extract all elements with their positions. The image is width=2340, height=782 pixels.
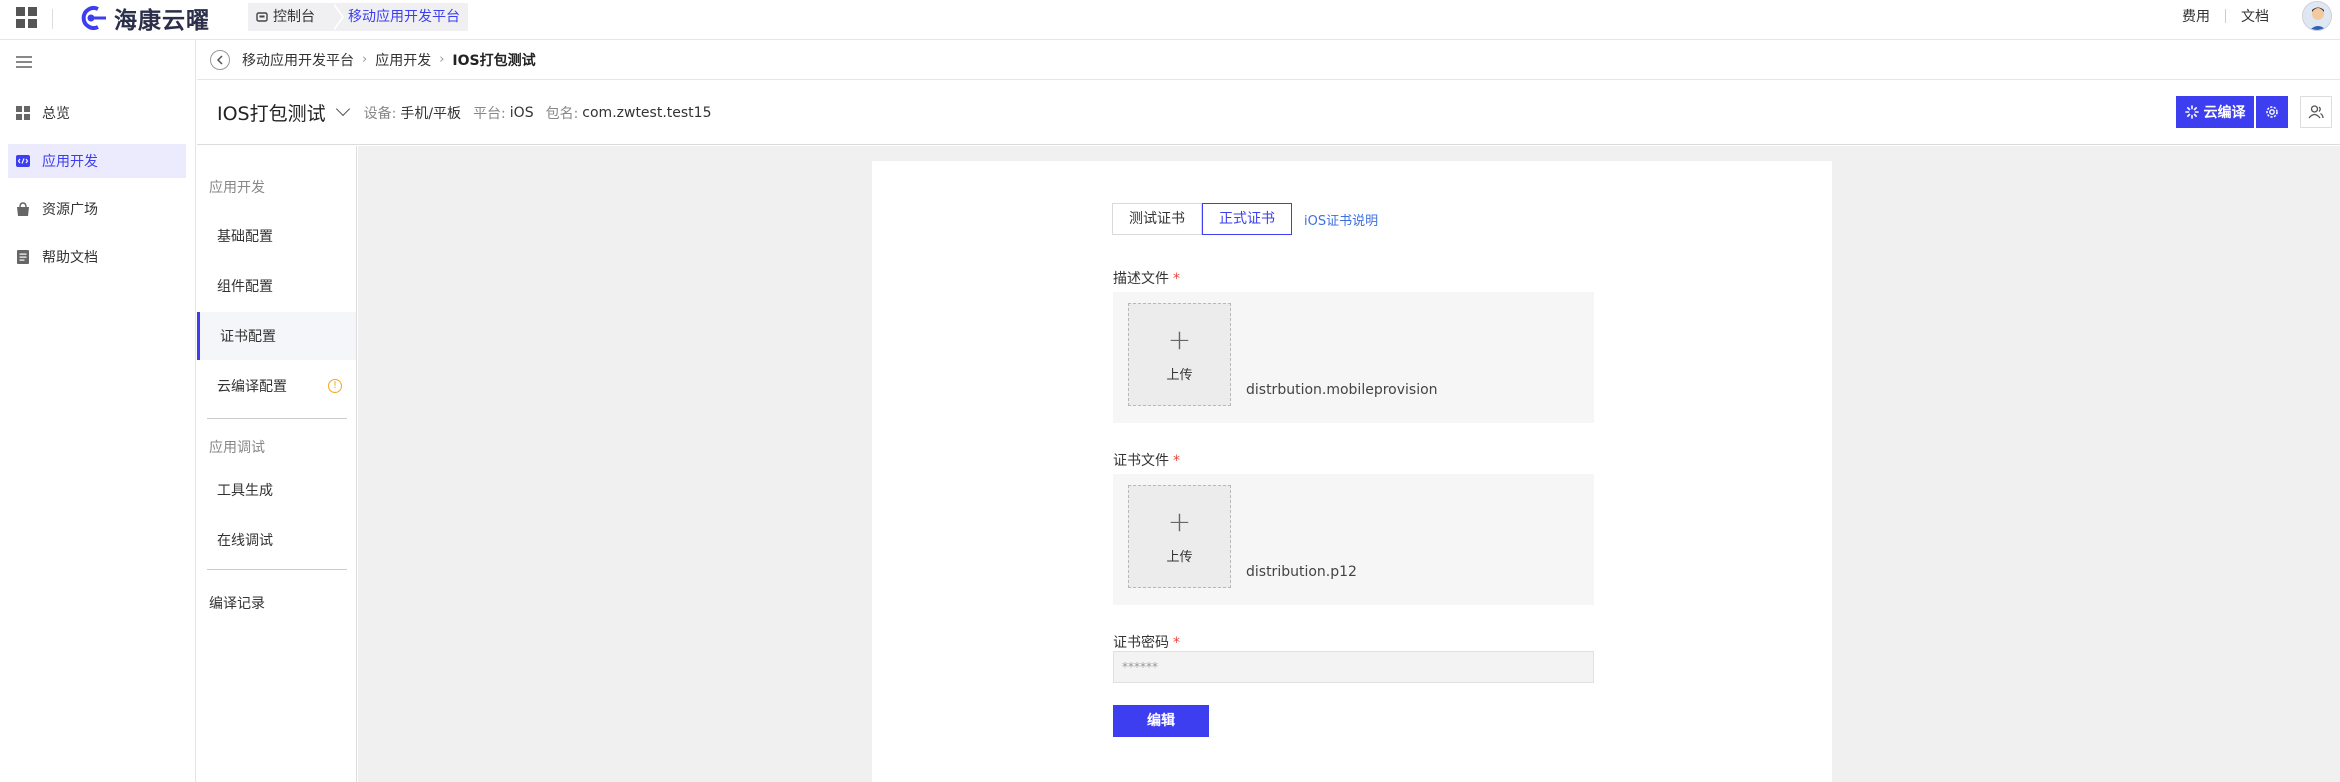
subnav-item-label: 工具生成	[217, 483, 273, 499]
package-value: com.zwtest.test15	[582, 104, 712, 121]
left-nav: 总览 应用开发 资源广场 帮助文档	[0, 40, 196, 782]
nav-item-overview[interactable]: 总览	[8, 96, 186, 130]
topbar-right: 费用 文档	[2167, 0, 2340, 32]
device-value: 手机/平板	[400, 105, 462, 122]
required-mark: *	[1173, 271, 1180, 287]
required-mark: *	[1173, 635, 1180, 651]
document-icon	[17, 250, 29, 264]
password-label-text: 证书密码	[1113, 635, 1169, 651]
subnav-item-cloud-compile-config[interactable]: 云编译配置 !	[197, 362, 356, 410]
tab-console-label: 控制台	[273, 9, 315, 25]
upload-label: 上传	[1166, 550, 1193, 565]
loading-spinner-icon	[2184, 105, 2199, 119]
cert-file-name: distribution.p12	[1246, 564, 1357, 580]
tab-release-certificate[interactable]: 正式证书	[1202, 203, 1292, 235]
subnav-item-label: 云编译配置	[217, 379, 287, 395]
cloud-compile-label: 云编译	[2203, 105, 2246, 121]
divider	[52, 9, 53, 29]
subnav-section-title: 应用调试	[209, 440, 265, 456]
nav-item-label: 应用开发	[42, 154, 98, 170]
divider	[207, 569, 347, 570]
cert-upload-area: + 上传 distribution.p12	[1113, 474, 1594, 605]
logo-icon	[81, 6, 106, 30]
breadcrumb-current: IOS打包测试	[452, 52, 536, 69]
cost-link[interactable]: 费用	[2167, 6, 2225, 26]
package-label: 包名:	[545, 105, 579, 122]
project-title[interactable]: IOS打包测试	[217, 99, 326, 126]
chevron-right-icon: ›	[362, 52, 368, 67]
members-button[interactable]	[2300, 96, 2332, 128]
subnav-item-online-debug[interactable]: 在线调试	[197, 516, 356, 564]
breadcrumb-item[interactable]: 应用开发	[375, 50, 431, 70]
warning-icon: !	[328, 379, 342, 393]
subnav-section-title: 应用开发	[209, 180, 265, 196]
back-button[interactable]	[210, 49, 230, 70]
device-label: 设备:	[363, 105, 397, 122]
subnav-item-label: 在线调试	[217, 533, 273, 549]
dashboard-icon	[16, 106, 30, 120]
platform-value: iOS	[509, 104, 534, 121]
profile-label: 描述文件 *	[1113, 268, 1180, 288]
plus-icon: +	[1167, 323, 1192, 356]
certificate-card: 测试证书 正式证书 iOS证书说明 描述文件 * + 上传 distrbution…	[872, 161, 1832, 782]
platform-label: 平台:	[473, 105, 506, 122]
edit-button[interactable]: 编辑	[1113, 705, 1209, 737]
brand-name: 海康云曜	[114, 8, 210, 34]
brand-logo[interactable]: 海康云曜	[76, 3, 210, 34]
tab-console[interactable]: 控制台	[248, 3, 344, 31]
code-icon	[16, 155, 30, 167]
chevron-left-icon	[216, 54, 223, 65]
subnav-item-label: 基础配置	[217, 229, 273, 245]
nav-item-label: 总览	[42, 106, 70, 122]
gear-icon	[2266, 106, 2278, 118]
avatar[interactable]	[2302, 1, 2332, 31]
cloud-compile-button[interactable]: 云编译	[2176, 96, 2254, 128]
password-label: 证书密码 *	[1113, 632, 1180, 652]
users-icon	[2308, 105, 2324, 119]
profile-upload-area: + 上传 distrbution.mobileprovision	[1113, 292, 1594, 423]
nav-item-label: 资源广场	[42, 202, 98, 218]
apps-grid-icon[interactable]	[16, 7, 37, 28]
required-mark: *	[1173, 453, 1180, 469]
profile-upload-button[interactable]: + 上传	[1128, 303, 1231, 406]
sub-nav: 应用开发 基础配置 组件配置 证书配置 云编译配置 ! 应用调试 工具生成 在线…	[197, 146, 357, 782]
profile-file-name: distrbution.mobileprovision	[1246, 382, 1438, 398]
breadcrumb: 移动应用开发平台 › 应用开发 › IOS打包测试	[197, 40, 2340, 80]
upload-label: 上传	[1166, 368, 1193, 383]
settings-button[interactable]	[2256, 96, 2288, 128]
subnav-item-basic-config[interactable]: 基础配置	[197, 212, 356, 260]
divider	[207, 418, 347, 419]
console-icon	[256, 12, 268, 22]
cert-label: 证书文件 *	[1113, 450, 1180, 470]
subnav-item-build-history[interactable]: 编译记录	[209, 593, 265, 613]
chevron-down-icon[interactable]	[335, 101, 350, 116]
breadcrumb-item[interactable]: 移动应用开发平台	[242, 50, 354, 70]
tab-test-certificate[interactable]: 测试证书	[1112, 203, 1202, 235]
menu-toggle-icon[interactable]	[16, 56, 32, 68]
subnav-item-certificate-config[interactable]: 证书配置	[197, 312, 356, 360]
password-field[interactable]: ******	[1113, 651, 1594, 683]
nav-item-label: 帮助文档	[42, 250, 98, 266]
nav-item-resources[interactable]: 资源广场	[8, 192, 186, 226]
bag-icon	[17, 202, 29, 216]
project-header: IOS打包测试 设备: 手机/平板 平台: iOS 包名: com.zwtest…	[197, 81, 2340, 145]
plus-icon: +	[1167, 505, 1192, 538]
nav-item-help-docs[interactable]: 帮助文档	[8, 240, 186, 274]
cert-label-text: 证书文件	[1113, 453, 1169, 469]
tab-mobile-platform[interactable]: 移动应用开发平台	[332, 3, 468, 31]
avatar-icon	[2303, 2, 2331, 30]
cert-upload-button[interactable]: + 上传	[1128, 485, 1231, 588]
nav-item-app-dev[interactable]: 应用开发	[8, 144, 186, 178]
docs-link[interactable]: 文档	[2226, 6, 2284, 26]
profile-label-text: 描述文件	[1113, 271, 1169, 287]
subnav-item-label: 组件配置	[217, 279, 273, 295]
subnav-item-label: 证书配置	[220, 329, 276, 345]
main-content: 测试证书 正式证书 iOS证书说明 描述文件 * + 上传 distrbution…	[358, 146, 2340, 782]
subnav-item-tool-gen[interactable]: 工具生成	[197, 466, 356, 514]
chevron-right-icon: ›	[439, 52, 445, 67]
certificate-tabs: 测试证书 正式证书 iOS证书说明	[1112, 203, 1378, 235]
subnav-item-component-config[interactable]: 组件配置	[197, 262, 356, 310]
top-bar: 海康云曜 控制台 移动应用开发平台 费用 文档	[0, 0, 2340, 40]
ios-cert-help-link[interactable]: iOS证书说明	[1304, 210, 1378, 229]
